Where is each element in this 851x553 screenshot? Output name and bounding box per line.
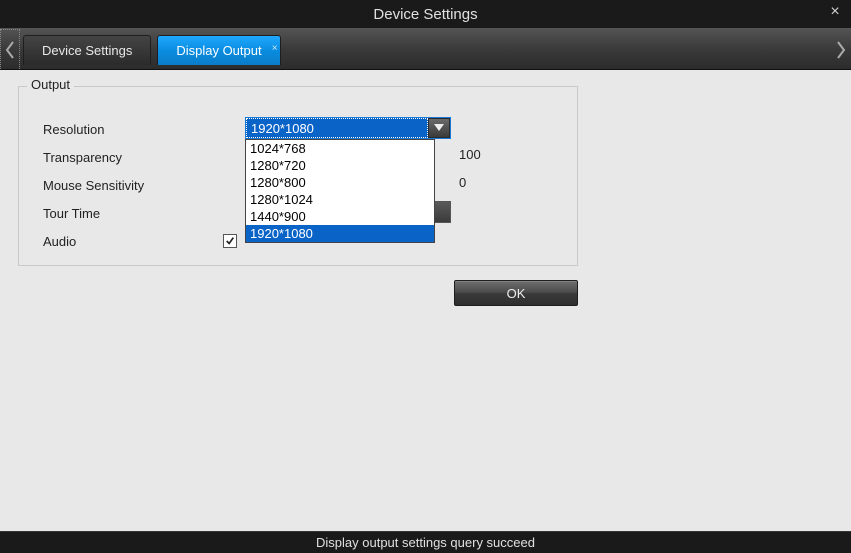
resolution-value: 1920*1080 xyxy=(246,118,428,138)
output-group: Output Resolution 1920*1080 1024*768 128… xyxy=(18,86,578,266)
content-area: Output Resolution 1920*1080 1024*768 128… xyxy=(0,70,851,531)
resolution-option[interactable]: 1280*1024 xyxy=(246,191,434,208)
close-icon[interactable]: × xyxy=(825,2,845,22)
check-icon xyxy=(225,236,235,246)
tab-strip: Device Settings Display Output × xyxy=(0,28,851,70)
mouse-sensitivity-value: 0 xyxy=(459,175,466,190)
chevron-right-icon xyxy=(836,41,846,59)
tab-device-settings[interactable]: Device Settings xyxy=(23,35,151,65)
tour-time-label: Tour Time xyxy=(43,206,223,221)
tab-label: Device Settings xyxy=(42,43,132,58)
audio-checkbox[interactable] xyxy=(223,234,237,248)
window-title: Device Settings xyxy=(373,6,477,23)
audio-label: Audio xyxy=(43,234,223,249)
resolution-select-box[interactable]: 1920*1080 xyxy=(245,117,451,139)
tab-label: Display Output xyxy=(176,43,261,58)
tab-display-output[interactable]: Display Output × xyxy=(157,35,280,65)
resolution-option[interactable]: 1280*720 xyxy=(246,157,434,174)
resolution-option[interactable]: 1280*800 xyxy=(246,174,434,191)
resolution-option[interactable]: 1024*768 xyxy=(246,140,434,157)
resolution-option[interactable]: 1920*1080 xyxy=(246,225,434,242)
resolution-dropdown-button[interactable] xyxy=(428,118,450,138)
chevron-down-icon xyxy=(434,124,444,132)
transparency-value: 100 xyxy=(459,147,481,162)
group-title: Output xyxy=(27,77,74,92)
mouse-sensitivity-label: Mouse Sensitivity xyxy=(43,178,223,193)
ok-button-label: OK xyxy=(507,286,526,301)
tab-nav-left[interactable] xyxy=(0,29,20,71)
status-bar: Display output settings query succeed xyxy=(0,531,851,553)
ok-button[interactable]: OK xyxy=(454,280,578,306)
tab-close-icon[interactable]: × xyxy=(272,34,278,64)
title-bar: Device Settings × xyxy=(0,0,851,28)
tab-nav-right[interactable] xyxy=(831,29,851,71)
transparency-label: Transparency xyxy=(43,150,223,165)
status-text: Display output settings query succeed xyxy=(316,535,535,550)
resolution-label: Resolution xyxy=(43,122,223,137)
resolution-select[interactable]: 1920*1080 1024*768 1280*720 1280*800 128… xyxy=(245,117,451,139)
chevron-left-icon xyxy=(5,41,15,59)
resolution-option[interactable]: 1440*900 xyxy=(246,208,434,225)
resolution-dropdown[interactable]: 1024*768 1280*720 1280*800 1280*1024 144… xyxy=(245,139,435,243)
